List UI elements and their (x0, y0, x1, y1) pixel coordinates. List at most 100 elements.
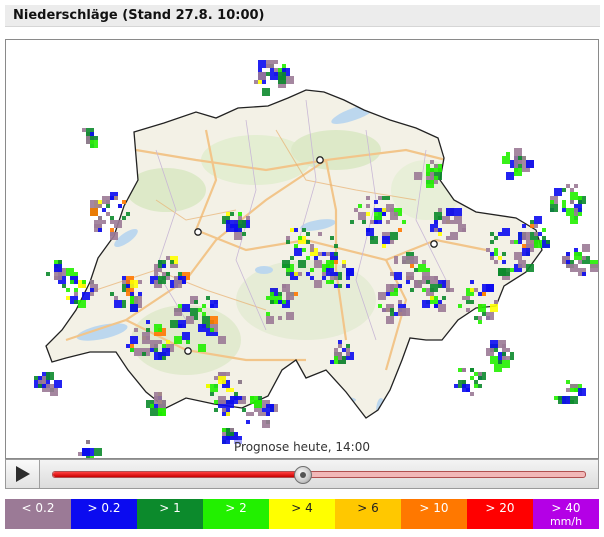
rain-cell (54, 380, 62, 388)
rain-cell (114, 196, 118, 200)
rain-cell (266, 72, 270, 76)
rain-cell (334, 272, 338, 276)
rain-cell (390, 284, 394, 288)
rain-cell (258, 60, 266, 68)
rain-cell (306, 232, 310, 236)
rain-cell (474, 380, 478, 384)
rain-cell (574, 184, 578, 188)
rain-cell (390, 232, 398, 240)
city-marker[interactable] (430, 240, 438, 248)
legend-item: > 0.2 (71, 499, 137, 529)
rain-cell (290, 228, 294, 232)
rain-cell (214, 332, 218, 336)
city-marker[interactable] (316, 156, 324, 164)
rain-cell (514, 148, 522, 156)
rain-cell (98, 228, 102, 232)
rain-cell (478, 384, 482, 388)
rain-cell (518, 164, 522, 168)
rain-cell (426, 280, 430, 284)
legend-item: > 4 (269, 499, 335, 529)
rain-cell (342, 264, 346, 268)
rain-cell (562, 188, 566, 192)
rain-cell (134, 328, 138, 332)
rain-cell (222, 408, 226, 412)
rain-cell (166, 272, 170, 276)
rain-cell (578, 260, 582, 264)
rain-cell (282, 300, 286, 304)
rain-cell (250, 412, 254, 416)
rain-cell (442, 296, 446, 300)
rain-cell (374, 200, 378, 204)
rain-cell (374, 208, 378, 212)
rain-cell (218, 336, 226, 344)
rain-cell (170, 264, 174, 268)
rain-cell (314, 260, 322, 268)
rain-cell (514, 252, 522, 260)
rain-cell (526, 160, 534, 168)
rain-cell (170, 260, 174, 264)
rain-cell (346, 276, 350, 280)
rain-cell (234, 232, 242, 240)
rain-cell (278, 296, 282, 300)
play-button[interactable] (6, 460, 40, 488)
rain-cell (506, 152, 510, 156)
rain-cell (562, 208, 566, 212)
rain-cell (286, 272, 290, 276)
city-marker[interactable] (194, 228, 202, 236)
rain-cell (286, 240, 290, 244)
rain-cell (382, 244, 386, 248)
rain-cell (110, 196, 114, 200)
rain-cell (470, 368, 474, 372)
city-marker[interactable] (184, 347, 192, 355)
rain-cell (154, 272, 158, 276)
rain-cell (402, 256, 410, 264)
rain-cell (334, 244, 338, 248)
rain-cell (454, 384, 458, 388)
rain-cell (82, 280, 86, 284)
rain-cell (290, 256, 294, 260)
rain-cell (358, 212, 366, 220)
rain-cell (550, 200, 554, 204)
precipitation-map[interactable]: Prognose heute, 14:00 (5, 39, 599, 459)
rain-cell (322, 276, 326, 280)
rain-cell (42, 384, 46, 388)
rain-cell (178, 272, 182, 276)
rain-cell (518, 240, 522, 244)
timeline-thumb[interactable] (293, 466, 312, 484)
rain-cell (570, 188, 574, 192)
rain-cell (410, 264, 414, 268)
rain-cell (394, 260, 398, 264)
rain-cell (566, 260, 570, 264)
rain-cell (294, 272, 298, 276)
rain-cell (490, 288, 494, 292)
rain-cell (154, 324, 162, 332)
rain-cell (502, 260, 506, 264)
rain-cell (210, 328, 214, 332)
rain-cell (146, 320, 150, 324)
rain-cell (170, 320, 178, 328)
rain-cell (206, 296, 210, 300)
rain-cell (450, 288, 454, 292)
rain-cell (246, 420, 250, 424)
rain-cell (398, 308, 406, 316)
rain-cell (270, 404, 274, 408)
rain-cell (130, 348, 134, 352)
rain-cell (174, 276, 178, 280)
rain-cell (154, 332, 158, 336)
rain-cell (106, 204, 110, 208)
rain-cell (570, 216, 578, 224)
timeline-slider[interactable] (52, 471, 586, 478)
page-title: Niederschläge (Stand 27.8. 10:00) (13, 8, 265, 23)
rain-cell (498, 256, 502, 260)
rain-cell (262, 412, 266, 416)
rain-cell (130, 304, 138, 312)
rain-cell (154, 392, 162, 400)
rain-cell (130, 344, 134, 348)
rain-cell (278, 316, 282, 320)
rain-cell (342, 348, 346, 352)
rain-cell (150, 408, 158, 416)
precipitation-legend: < 0.2 > 0.2 > 1 > 2 > 4 > 6 > 10 > 20 > 40 mm/h (5, 499, 599, 529)
rain-cell (134, 348, 142, 356)
rain-cell (438, 208, 442, 212)
rain-cell (314, 256, 318, 260)
